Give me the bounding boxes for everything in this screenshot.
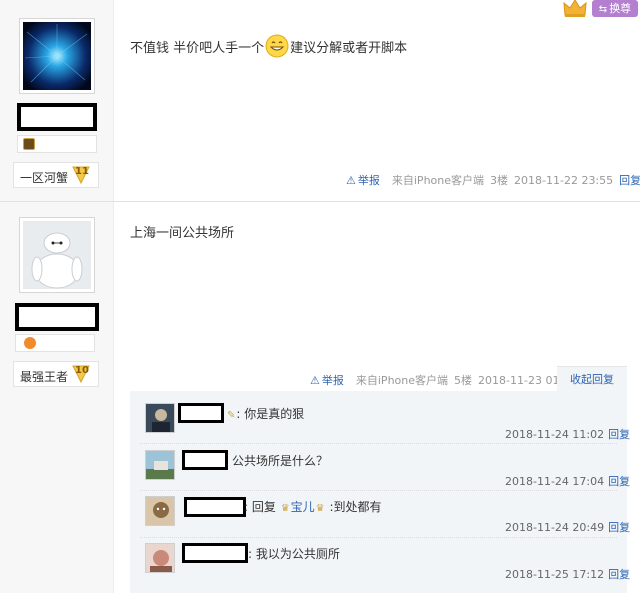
pen-icon: ✎ xyxy=(227,410,236,421)
floor-number: 5楼 xyxy=(454,374,473,387)
redacted-username-fill xyxy=(185,546,245,560)
avatar-image xyxy=(23,221,91,289)
redacted-username-fill xyxy=(19,307,95,327)
post-source: 来自iPhone客户端 xyxy=(355,374,449,387)
level-number: 10 xyxy=(75,365,89,376)
post-content: 上海一间公共场所 xyxy=(130,226,235,241)
reply-divider xyxy=(140,443,617,444)
avatar-image xyxy=(146,497,174,525)
honor-badge-icon[interactable] xyxy=(23,138,35,150)
reply-text: : 我以为公共厕所 xyxy=(248,547,340,561)
collapse-replies-button[interactable]: 收起回复 xyxy=(557,366,627,392)
reply-button[interactable]: 回复 xyxy=(608,521,630,534)
post-tail: ⚠ 举报 来自iPhone客户端 5楼 2018-11-23 01:05 xyxy=(310,372,583,388)
reply-meta: 2018-11-25 17:12 回复 xyxy=(505,568,631,581)
warning-icon: ⚠ xyxy=(346,174,356,187)
post-content: 不值钱 半价吧人手一个 建议分解或者开脚本 xyxy=(130,34,407,58)
reply-link[interactable]: 回复(8) xyxy=(619,174,640,187)
reply-button[interactable]: 回复 xyxy=(608,568,630,581)
tooth-icon: ♛ xyxy=(315,503,325,514)
reply-meta: 2018-11-24 20:49 回复 xyxy=(505,521,631,534)
reply-button[interactable]: 回复 xyxy=(608,428,630,441)
user-avatar[interactable] xyxy=(19,18,95,94)
avatar-image xyxy=(146,544,174,572)
game-badge-icon[interactable] xyxy=(24,337,36,349)
redacted-username-fill xyxy=(181,406,221,420)
reply-meta: 2018-11-24 17:04 回复 xyxy=(505,475,631,488)
post-time: 2018-11-22 23:55 xyxy=(514,174,614,187)
post-divider xyxy=(0,201,640,202)
reply-divider xyxy=(140,490,617,491)
mention-link[interactable]: 宝儿 xyxy=(291,500,315,514)
reply-text: 公共场所是什么？ xyxy=(232,454,329,468)
redacted-username-fill xyxy=(185,453,225,467)
report-link[interactable]: ⚠ 举报 xyxy=(346,174,386,187)
avatar-image xyxy=(146,404,174,432)
avatar-image xyxy=(23,22,91,90)
thread-page: ⇆ 换尊 一区河蟹 11 不值钱 半价吧人手一个 建议分解或者开脚本 ⚠ 举报 … xyxy=(0,0,640,593)
tooth-icon: ♛ xyxy=(280,503,290,514)
post-tail: ⚠举报来自iPhone客户端 3楼 2018-11-22 23:55 回复(8) xyxy=(346,172,640,188)
grin-emoji-icon xyxy=(265,34,289,58)
redacted-username-fill xyxy=(21,107,93,127)
reply-divider xyxy=(140,537,617,538)
redacted-username-fill xyxy=(187,500,243,514)
reply-avatar[interactable] xyxy=(145,403,175,433)
swap-icon: ⇆ xyxy=(598,4,608,15)
reply-meta: 2018-11-24 11:02 回复 xyxy=(505,428,631,441)
report-link[interactable]: ⚠ 举报 xyxy=(310,374,350,387)
floor-number: 3楼 xyxy=(490,174,509,187)
reply-avatar[interactable] xyxy=(145,543,175,573)
reply-text: : 回复 ♛宝儿♛ :到处都有 xyxy=(244,500,382,514)
post-source: 来自iPhone客户端 xyxy=(391,174,485,187)
reply-avatar[interactable] xyxy=(145,450,175,480)
reply-text: ✎: 你是真的狠 xyxy=(227,407,305,421)
reply-list: ✎: 你是真的狠 2018-11-24 11:02 回复 公共场所是什么？ 201… xyxy=(130,391,631,593)
warning-icon: ⚠ xyxy=(310,374,320,387)
avatar-image xyxy=(146,451,174,479)
reply-avatar[interactable] xyxy=(145,496,175,526)
reply-button[interactable]: 回复 xyxy=(608,475,630,488)
swap-button[interactable]: ⇆ 换尊 xyxy=(592,0,638,17)
crown-icon[interactable] xyxy=(562,0,588,18)
user-avatar[interactable] xyxy=(19,217,95,293)
level-number: 11 xyxy=(75,166,89,177)
